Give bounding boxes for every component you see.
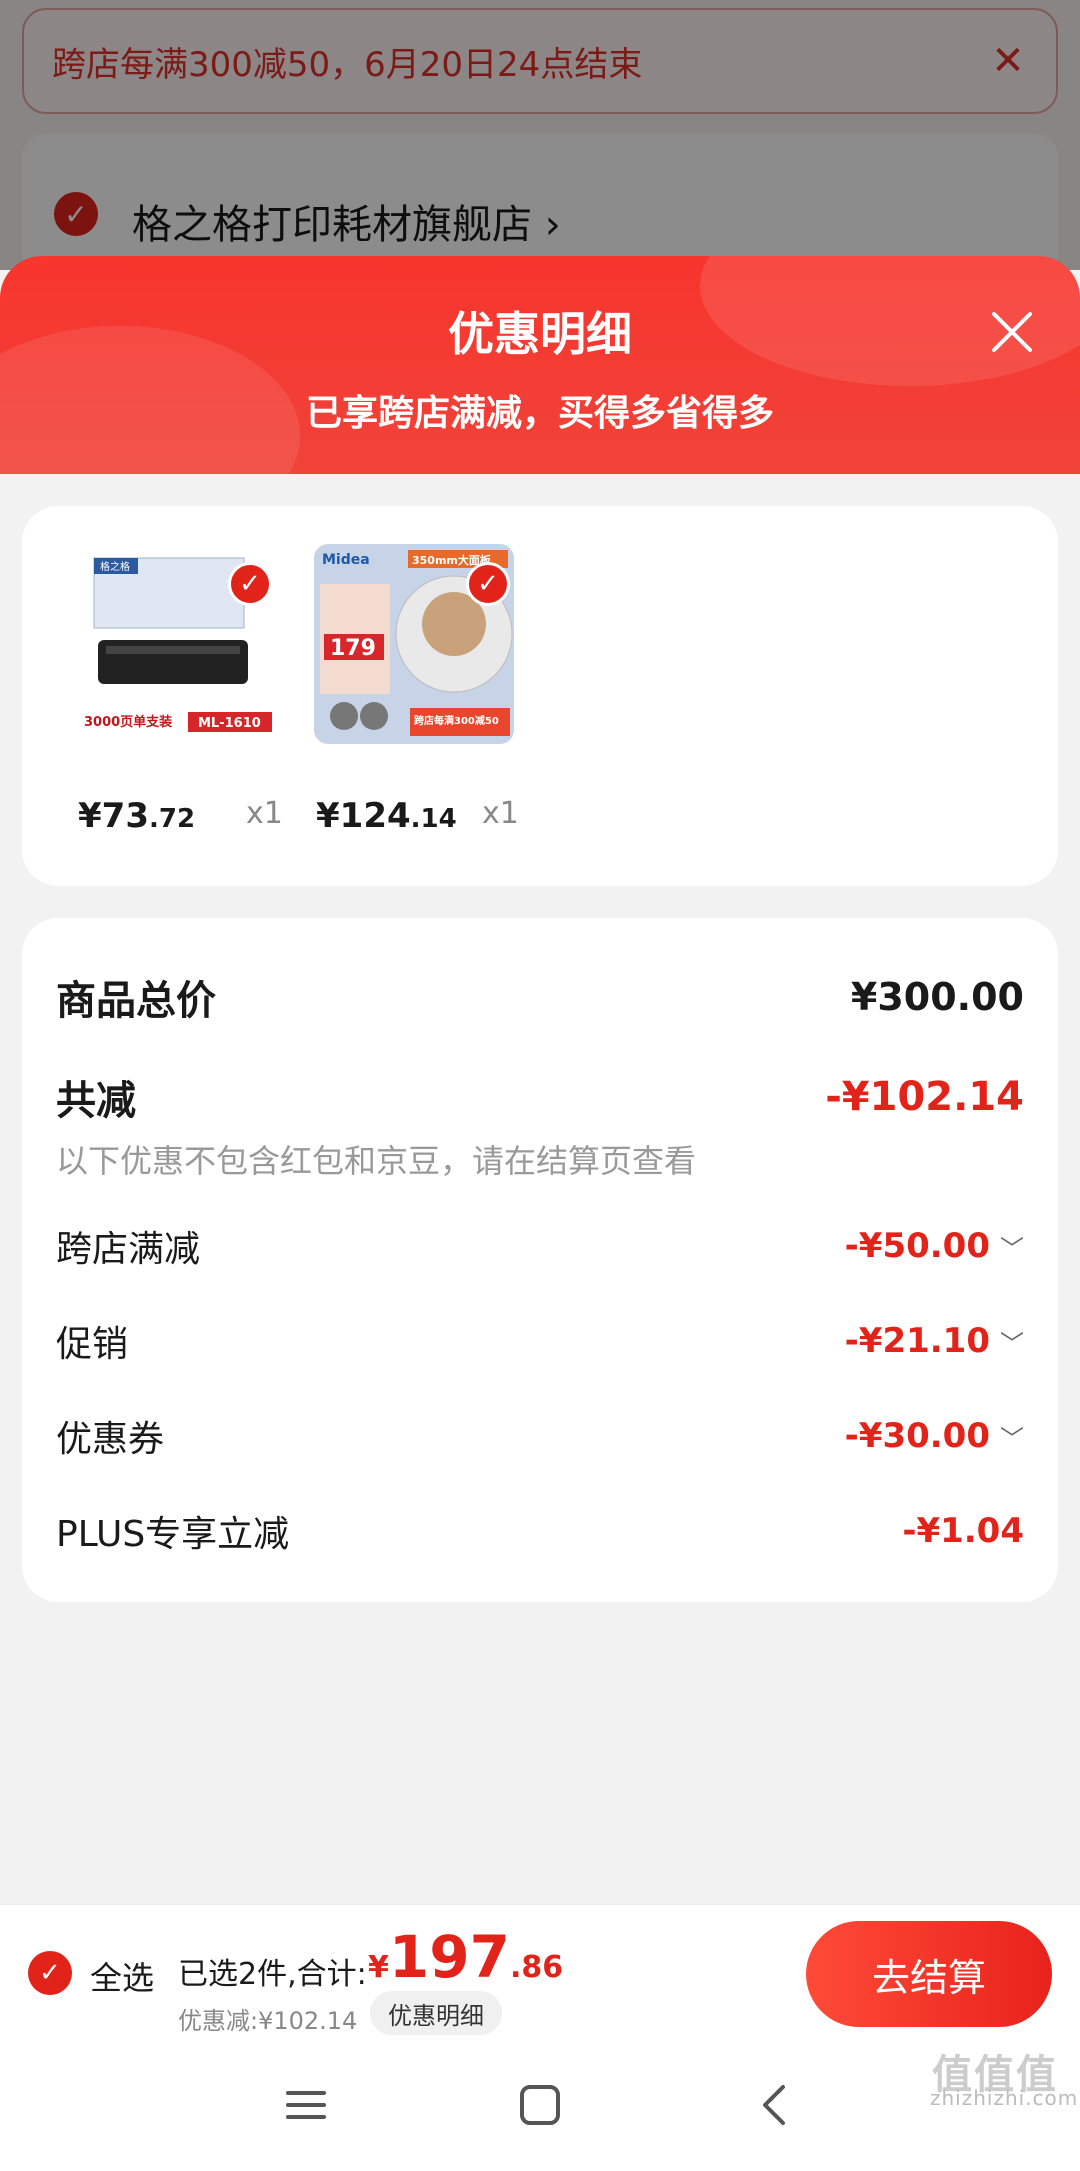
total-price-value: ¥300.00 <box>850 975 1024 1019</box>
product-price: ¥124.14 <box>316 796 457 836</box>
select-all-checkbox-icon[interactable]: ✓ <box>28 1951 72 1995</box>
product-price: ¥73.72 <box>78 796 196 836</box>
checkbox-checked-icon[interactable]: ✓ <box>466 562 510 606</box>
image-label: 跨店每满300减50 <box>414 714 499 727</box>
discount-value: -¥50.00 ﹀ <box>844 1226 1024 1266</box>
products-card: 格之格 3000页单支装 ML-1610 ✓ Midea 350mm大面板 17… <box>22 506 1058 886</box>
select-all-label[interactable]: 全选 <box>90 1953 154 1999</box>
total-reduction-label: 共减 <box>56 1078 136 1124</box>
discount-row-plus: PLUS专享立减 -¥1.04 <box>56 1505 1024 1557</box>
order-total: ¥197.86 <box>368 1923 564 1991</box>
sheet-title: 优惠明细 <box>448 307 632 361</box>
brand-label: Midea <box>322 552 370 568</box>
brand-label: 格之格 <box>100 560 130 573</box>
sheet-header: 优惠明细 已享跨店满减，买得多省得多 <box>0 256 1080 476</box>
discount-row-coupon[interactable]: 优惠券 -¥30.00 ﹀ <box>56 1410 1024 1462</box>
model-label: ML-1610 <box>198 716 261 731</box>
discount-value: -¥21.10 ﹀ <box>844 1321 1024 1361</box>
total-price-label: 商品总价 <box>56 978 216 1024</box>
image-label: 179 <box>330 636 376 661</box>
discount-summary-card: 商品总价 ¥300.00 共减 -¥102.14 以下优惠不包含红包和京豆，请在… <box>22 918 1058 1602</box>
checkout-button[interactable]: 去结算 <box>806 1921 1052 2027</box>
checkbox-checked-icon[interactable]: ✓ <box>228 562 272 606</box>
home-icon[interactable] <box>510 2080 570 2130</box>
discount-value: -¥30.00 ﹀ <box>844 1416 1024 1456</box>
chevron-down-icon[interactable]: ﹀ <box>1000 1324 1024 1359</box>
total-price-row: 商品总价 ¥300.00 <box>56 968 1024 1026</box>
sheet-subtitle: 已享跨店满减，买得多省得多 <box>305 393 774 434</box>
discount-row-cross-store[interactable]: 跨店满减 -¥50.00 ﹀ <box>56 1220 1024 1272</box>
discount-label: 优惠券 <box>56 1419 165 1460</box>
discount-row-promotion[interactable]: 促销 -¥21.10 ﹀ <box>56 1315 1024 1367</box>
system-nav-bar <box>0 2042 1080 2171</box>
back-icon[interactable] <box>744 2080 804 2130</box>
total-reduction-value: -¥102.14 <box>825 1074 1024 1120</box>
total-reduction-row: 共减 -¥102.14 <box>56 1068 1024 1126</box>
discount-detail-button[interactable]: 优惠明细 <box>370 1991 502 2035</box>
close-icon[interactable] <box>984 304 1040 360</box>
discount-value: -¥1.04 <box>902 1511 1024 1551</box>
chevron-down-icon[interactable]: ﹀ <box>1000 1229 1024 1264</box>
selected-count-text: 已选2件,合计: <box>178 1957 367 1992</box>
product-quantity: x1 <box>246 796 283 831</box>
image-label: 3000页单支装 <box>84 714 172 730</box>
discount-label: 促销 <box>56 1324 129 1365</box>
product-quantity: x1 <box>482 796 519 831</box>
chevron-down-icon[interactable]: ﹀ <box>1000 1419 1024 1454</box>
discount-total-text: 优惠减:¥102.14 <box>178 2007 358 2035</box>
menu-icon[interactable] <box>276 2080 336 2130</box>
discount-label: PLUS专享立减 <box>56 1514 290 1555</box>
watermark-url: zhizhizhi.com <box>930 2086 1079 2110</box>
discount-note: 以下优惠不包含红包和京豆，请在结算页查看 <box>56 1142 697 1180</box>
dim-overlay[interactable] <box>0 0 1080 270</box>
discount-label: 跨店满减 <box>56 1229 201 1270</box>
checkout-bar: ✓ 全选 已选2件,合计: ¥197.86 优惠减:¥102.14 优惠明细 去… <box>0 1904 1080 2043</box>
